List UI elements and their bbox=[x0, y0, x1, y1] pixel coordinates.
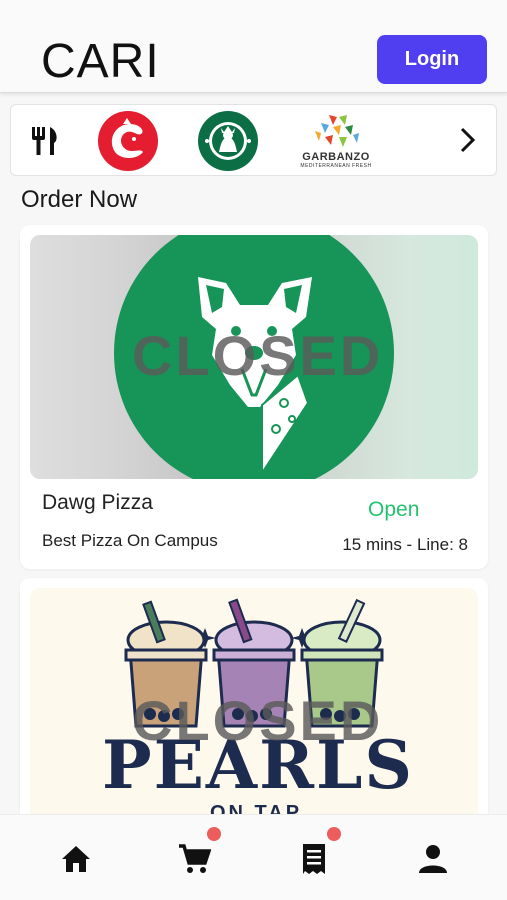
chick-fil-a-logo[interactable] bbox=[95, 111, 161, 171]
cart-badge bbox=[207, 827, 221, 841]
person-icon[interactable] bbox=[413, 839, 453, 879]
garbanzo-logo[interactable]: GARBANZO MEDITERRANEAN FRESH bbox=[296, 111, 376, 171]
chevron-right-icon[interactable] bbox=[458, 125, 478, 160]
section-title: Order Now bbox=[21, 186, 138, 213]
restaurant-card-dawg-pizza[interactable]: CLOSED Dawg Pizza Open Best Pizza On Cam… bbox=[20, 225, 488, 569]
starbucks-logo[interactable] bbox=[195, 111, 261, 171]
app-title: CARI bbox=[41, 35, 160, 88]
restaurant-carousel: GARBANZO MEDITERRANEAN FRESH bbox=[10, 104, 497, 176]
garbanzo-logo-subtext: MEDITERRANEAN FRESH bbox=[300, 163, 372, 169]
dawg-pizza-image: CLOSED bbox=[30, 235, 478, 479]
status-badge: Open bbox=[368, 498, 420, 521]
wait-time: 15 mins - Line: 8 bbox=[342, 535, 468, 554]
restaurant-name: Dawg Pizza bbox=[42, 491, 153, 514]
app-header: CARI Login bbox=[0, 0, 507, 93]
orders-badge bbox=[327, 827, 341, 841]
restaurant-tagline: Best Pizza On Campus bbox=[42, 531, 218, 550]
login-button[interactable]: Login bbox=[377, 35, 487, 84]
closed-overlay: CLOSED bbox=[132, 324, 384, 387]
bottom-navigation bbox=[0, 814, 507, 900]
closed-overlay: CLOSED bbox=[132, 689, 384, 752]
restaurant-card-pearls[interactable]: PEARLS ON TAP CLOSED bbox=[20, 578, 488, 828]
pearls-image: PEARLS ON TAP CLOSED bbox=[30, 588, 478, 828]
home-icon[interactable] bbox=[56, 839, 96, 879]
receipt-icon[interactable] bbox=[294, 839, 334, 879]
garbanzo-logo-text: GARBANZO bbox=[302, 151, 370, 163]
fork-knife-icon[interactable] bbox=[25, 111, 65, 171]
cart-icon[interactable] bbox=[174, 839, 214, 879]
